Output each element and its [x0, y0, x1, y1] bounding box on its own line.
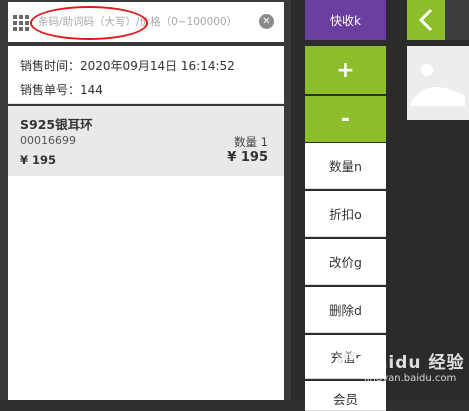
annotation-circle: [30, 6, 148, 40]
top-strip: [445, 0, 469, 40]
item-quantity: 数量 1: [234, 134, 268, 150]
sale-time-label: 销售时间：: [20, 59, 81, 73]
cart-item[interactable]: S925银耳环 00016699 数量 1 ¥ 195 ¥ 195: [8, 106, 284, 176]
sale-number: 销售单号：144: [20, 81, 103, 98]
quick-checkout-button[interactable]: 快收k: [305, 0, 386, 40]
recharge-button[interactable]: 充值r: [305, 335, 386, 379]
discount-button[interactable]: 折扣o: [305, 191, 386, 237]
item-total: ¥ 195: [227, 150, 268, 165]
search-bar: ✕: [8, 2, 284, 42]
sale-info: 销售时间：2020年09月14日 16:14:52 销售单号：144: [8, 46, 284, 104]
decrease-button[interactable]: -: [305, 96, 386, 142]
image-placeholder-icon: [411, 56, 465, 106]
sale-number-label: 销售单号：: [20, 83, 81, 97]
grid-menu-icon[interactable]: [13, 15, 29, 31]
item-price: ¥ 195: [20, 153, 57, 167]
change-price-button[interactable]: 改价g: [305, 239, 386, 285]
quantity-button[interactable]: 数量n: [305, 143, 386, 189]
cart-list-empty-area: [8, 176, 284, 400]
product-strip: [387, 0, 469, 400]
sale-time-value: 2020年09月14日 16:14:52: [80, 59, 235, 73]
item-code: 00016699: [20, 134, 76, 147]
cart-panel: ✕ 销售时间：2020年09月14日 16:14:52 销售单号：144 S92…: [0, 0, 291, 400]
back-button[interactable]: [407, 0, 445, 40]
chevron-left-icon: [418, 8, 433, 32]
sale-number-value: 144: [80, 83, 103, 97]
member-button[interactable]: 会员: [305, 381, 386, 411]
sale-time: 销售时间：2020年09月14日 16:14:52: [20, 57, 235, 74]
delete-button[interactable]: 删除d: [305, 287, 386, 333]
item-name: S925银耳环: [20, 117, 93, 132]
action-column: 快收k + - 数量n 折扣o 改价g 删除d 充值r 会员: [291, 0, 387, 411]
item-quantity-value: 1: [260, 135, 268, 149]
increase-button[interactable]: +: [305, 46, 386, 94]
item-quantity-label: 数量: [234, 135, 258, 149]
clear-icon[interactable]: ✕: [259, 14, 274, 29]
product-thumbnail[interactable]: [407, 46, 469, 120]
